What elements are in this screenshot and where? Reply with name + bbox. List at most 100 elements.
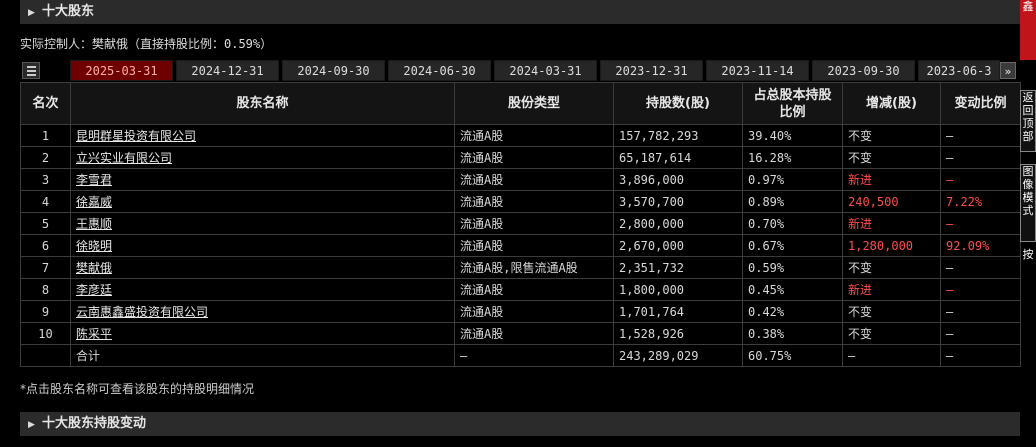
header-shares: 持股数(股) (613, 82, 743, 125)
shares-cell: 1,800,000 (613, 278, 743, 301)
header-rank: 名次 (20, 82, 71, 125)
change-ratio-cell: — (940, 256, 1021, 279)
change-ratio-cell: — (940, 168, 1021, 191)
shareholder-name-cell: 徐嘉威 (70, 190, 455, 213)
shareholder-name-link[interactable]: 云南惠鑫盛投资有限公司 (76, 305, 208, 319)
ratio-cell: 0.67% (742, 234, 843, 257)
shares-cell: 2,351,732 (613, 256, 743, 279)
table-header-row: 名次 股东名称 股份类型 持股数(股) 占总股本持股比例 增减(股) 变动比例 (20, 82, 1021, 125)
table-row: 5 王惠顺 流通A股 2,800,000 0.70% 新进 — (20, 212, 1021, 235)
date-tab[interactable]: 2023-12-31 (600, 60, 703, 81)
header-name: 股东名称 (70, 82, 455, 125)
total-label: 合计 (70, 344, 455, 367)
date-tab[interactable]: 2024-03-31 (494, 60, 597, 81)
change-ratio-cell: 7.22% (940, 190, 1021, 213)
change-ratio-cell: — (940, 212, 1021, 235)
table-row: 10 陈采平 流通A股 1,528,926 0.38% 不变 — (20, 322, 1021, 345)
change-ratio-cell: — (940, 124, 1021, 147)
shareholder-name-link[interactable]: 陈采平 (76, 327, 112, 341)
ratio-cell: 0.70% (742, 212, 843, 235)
change-cell: 新进 (842, 212, 941, 235)
share-type-cell: 流通A股 (454, 190, 614, 213)
top-ten-shareholders-header[interactable]: ▶ 十大股东 (20, 0, 1020, 24)
double-chevron-right-icon[interactable]: » (1000, 62, 1016, 79)
total-rank-cell (20, 344, 71, 367)
table-row: 6 徐晓明 流通A股 2,670,000 0.67% 1,280,000 92.09% (20, 234, 1021, 257)
table-row: 7 樊献俄 流通A股,限售流通A股 2,351,732 0.59% 不变 — (20, 256, 1021, 279)
shareholder-name-cell: 徐晓明 (70, 234, 455, 257)
triangle-right-icon: ▶ (28, 420, 35, 430)
date-tab[interactable]: 2024-06-30 (388, 60, 491, 81)
shareholder-name-cell: 李雪君 (70, 168, 455, 191)
header-ratio: 占总股本持股比例 (742, 82, 843, 125)
share-type-cell: 流通A股 (454, 124, 614, 147)
actual-controller-text: 实际控制人：樊献俄（直接持股比例：0.59%） (20, 37, 273, 51)
change-ratio-cell: — (940, 278, 1021, 301)
date-tab[interactable]: 2024-09-30 (282, 60, 385, 81)
share-type-cell: 流通A股 (454, 234, 614, 257)
change-cell: 新进 (842, 168, 941, 191)
shares-cell: 2,800,000 (613, 212, 743, 235)
holding-changes-header[interactable]: ▶ 十大股东持股变动 (20, 412, 1020, 436)
ratio-cell: 0.89% (742, 190, 843, 213)
shareholder-name-link[interactable]: 立兴实业有限公司 (76, 151, 172, 165)
share-type-cell: 流通A股 (454, 146, 614, 169)
footnote: *点击股东名称可查看该股东的持股明细情况 (20, 382, 255, 396)
table-row: 9 云南惠鑫盛投资有限公司 流通A股 1,701,764 0.42% 不变 — (20, 300, 1021, 323)
share-type-cell: 流通A股 (454, 322, 614, 345)
back-to-top-button[interactable]: 返回顶部 (1020, 90, 1036, 152)
image-mode-button[interactable]: 图像模式 (1020, 164, 1036, 242)
share-type-cell: 流通A股 (454, 278, 614, 301)
shareholder-name-link[interactable]: 樊献俄 (76, 261, 112, 275)
rank-cell: 9 (20, 300, 71, 323)
shareholder-name-link[interactable]: 徐嘉威 (76, 195, 112, 209)
shareholder-name-cell: 昆明群星投资有限公司 (70, 124, 455, 147)
section-title: 十大股东持股变动 (42, 416, 147, 431)
table-row: 8 李彦廷 流通A股 1,800,000 0.45% 新进 — (20, 278, 1021, 301)
date-tabs: 2025-03-31 2024-12-31 2024-09-30 2024-06-30… (20, 60, 1020, 81)
rank-cell: 6 (20, 234, 71, 257)
shares-cell: 3,896,000 (613, 168, 743, 191)
shares-cell: 1,701,764 (613, 300, 743, 323)
total-shares: 243,289,029 (613, 344, 743, 367)
shareholder-name-cell: 陈采平 (70, 322, 455, 345)
ratio-cell: 0.45% (742, 278, 843, 301)
date-tab[interactable]: 2023-06-3 (918, 60, 1000, 81)
triangle-right-icon: ▶ (28, 8, 35, 18)
share-type-cell: 流通A股 (454, 168, 614, 191)
header-type: 股份类型 (454, 82, 614, 125)
side-tab-red[interactable]: 鑫 (1020, 0, 1036, 60)
rank-cell: 1 (20, 124, 71, 147)
shareholder-name-cell: 王惠顺 (70, 212, 455, 235)
shares-cell: 157,782,293 (613, 124, 743, 147)
date-tab[interactable]: 2023-11-14 (706, 60, 809, 81)
date-tab[interactable]: 2023-09-30 (812, 60, 915, 81)
rank-cell: 8 (20, 278, 71, 301)
ratio-cell: 0.42% (742, 300, 843, 323)
shareholder-name-cell: 李彦廷 (70, 278, 455, 301)
side-tab-text[interactable]: 按 (1020, 248, 1036, 288)
menu-icon[interactable] (22, 62, 40, 79)
table-row: 1 昆明群星投资有限公司 流通A股 157,782,293 39.40% 不变 — (20, 124, 1021, 147)
shareholder-name-cell: 樊献俄 (70, 256, 455, 279)
date-tab[interactable]: 2024-12-31 (176, 60, 279, 81)
shares-cell: 3,570,700 (613, 190, 743, 213)
side-tabs: 鑫 返回顶部 图像模式 按 (1020, 0, 1036, 300)
header-change: 增减(股) (842, 82, 941, 125)
shareholder-name-link[interactable]: 李雪君 (76, 173, 112, 187)
change-cell: 1,280,000 (842, 234, 941, 257)
shareholders-table: 名次 股东名称 股份类型 持股数(股) 占总股本持股比例 增减(股) 变动比例 … (20, 82, 1021, 367)
change-cell: 不变 (842, 300, 941, 323)
change-cell: 不变 (842, 256, 941, 279)
shareholder-name-link[interactable]: 昆明群星投资有限公司 (76, 129, 196, 143)
date-tab[interactable]: 2025-03-31 (70, 60, 173, 81)
change-ratio-cell: 92.09% (940, 234, 1021, 257)
shareholder-name-link[interactable]: 李彦廷 (76, 283, 112, 297)
shareholder-name-link[interactable]: 王惠顺 (76, 217, 112, 231)
shareholder-name-link[interactable]: 徐晓明 (76, 239, 112, 253)
change-ratio-cell: — (940, 322, 1021, 345)
total-change: — (842, 344, 941, 367)
change-cell: 不变 (842, 322, 941, 345)
total-change-ratio: — (940, 344, 1021, 367)
rank-cell: 4 (20, 190, 71, 213)
